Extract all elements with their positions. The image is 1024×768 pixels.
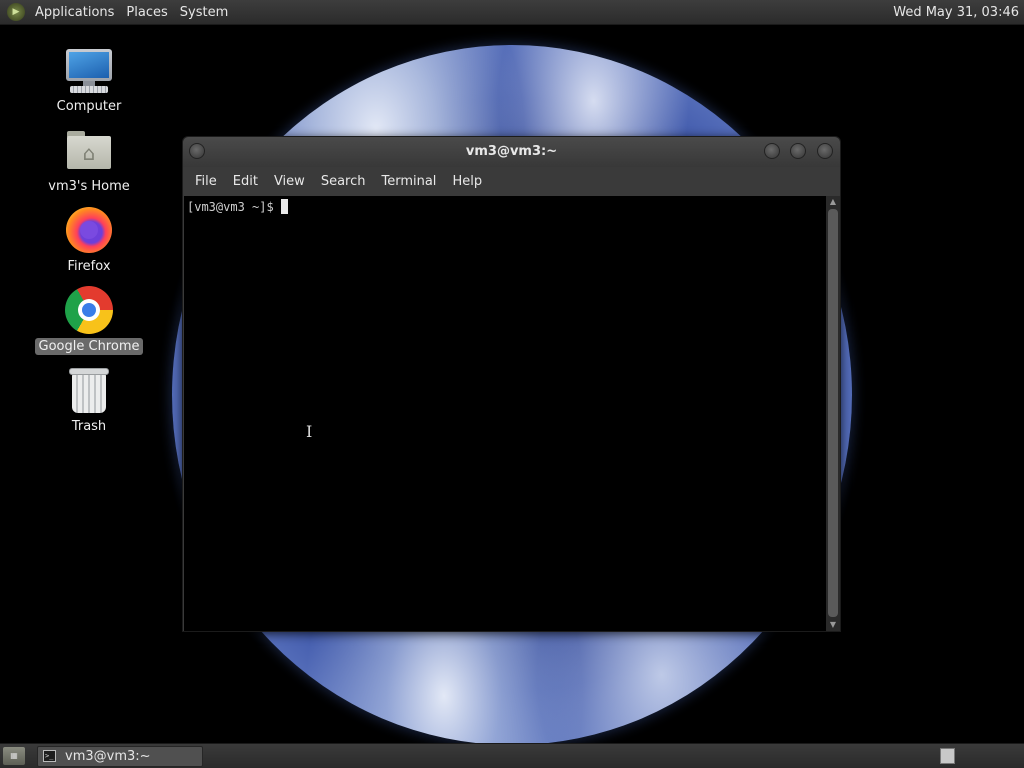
desktop-icon-computer[interactable]: Computer (28, 45, 150, 123)
text-cursor (280, 199, 288, 214)
desktop-icon-trash[interactable]: Trash (28, 365, 150, 443)
firefox-icon (64, 205, 114, 255)
scrollbar-thumb[interactable] (828, 209, 838, 617)
scroll-down-arrow-icon[interactable]: ▼ (826, 619, 840, 631)
workspace-switcher[interactable] (940, 748, 955, 764)
maximize-button[interactable] (790, 143, 806, 159)
scroll-up-arrow-icon[interactable]: ▲ (826, 196, 840, 208)
applications-menu[interactable]: Applications (29, 0, 120, 25)
desktop-icon-label: Computer (56, 99, 122, 114)
menu-terminal[interactable]: Terminal (373, 167, 444, 196)
shell-prompt: [vm3@vm3 ~]$ (187, 199, 274, 214)
terminal-scrollbar[interactable]: ▲ ▼ (826, 196, 840, 631)
terminal-menubar: File Edit View Search Terminal Help (183, 167, 840, 196)
desktop-icon-label: vm3's Home (48, 179, 130, 194)
desktop-icon-firefox[interactable]: Firefox (28, 205, 150, 283)
computer-icon (64, 45, 114, 95)
desktop-icon-label: Firefox (67, 259, 111, 274)
system-menu[interactable]: System (174, 0, 234, 25)
chrome-icon (64, 285, 114, 335)
prompt-line: [vm3@vm3 ~]$ (187, 199, 823, 214)
menu-view[interactable]: View (266, 167, 313, 196)
clock[interactable]: Wed May 31, 03:46 (892, 0, 1020, 25)
window-titlebar[interactable]: vm3@vm3:~ (183, 137, 840, 167)
menu-search[interactable]: Search (313, 167, 374, 196)
taskbar-item-terminal[interactable]: >_ vm3@vm3:~ (37, 745, 203, 767)
minimize-button[interactable] (764, 143, 780, 159)
taskbar-item-label: vm3@vm3:~ (65, 748, 151, 764)
menu-help[interactable]: Help (444, 167, 490, 196)
ibeam-pointer-icon: I (306, 422, 313, 441)
trash-icon (64, 365, 114, 415)
desktop-icon-chrome[interactable]: Google Chrome (28, 285, 150, 363)
menu-file[interactable]: File (187, 167, 225, 196)
desktop-icon-label: Google Chrome (34, 338, 144, 355)
close-button[interactable] (817, 143, 833, 159)
menu-edit[interactable]: Edit (225, 167, 266, 196)
home-folder-icon: ⌂ (64, 125, 114, 175)
terminal-icon: >_ (43, 750, 56, 762)
desktop-icon-label: Trash (71, 419, 107, 434)
places-menu[interactable]: Places (120, 0, 173, 25)
terminal-output[interactable]: [vm3@vm3 ~]$ I (184, 196, 826, 631)
desktop-icon-home[interactable]: ⌂ vm3's Home (28, 125, 150, 203)
show-desktop-icon[interactable]: ▦ (3, 747, 25, 765)
bottom-panel: ▦ >_ vm3@vm3:~ (0, 743, 1024, 768)
distro-logo-icon[interactable]: ▶ (7, 3, 25, 21)
terminal-window[interactable]: vm3@vm3:~ File Edit View Search Terminal… (182, 136, 841, 632)
top-panel: ▶ Applications Places System Wed May 31,… (0, 0, 1024, 25)
window-title: vm3@vm3:~ (465, 144, 558, 159)
